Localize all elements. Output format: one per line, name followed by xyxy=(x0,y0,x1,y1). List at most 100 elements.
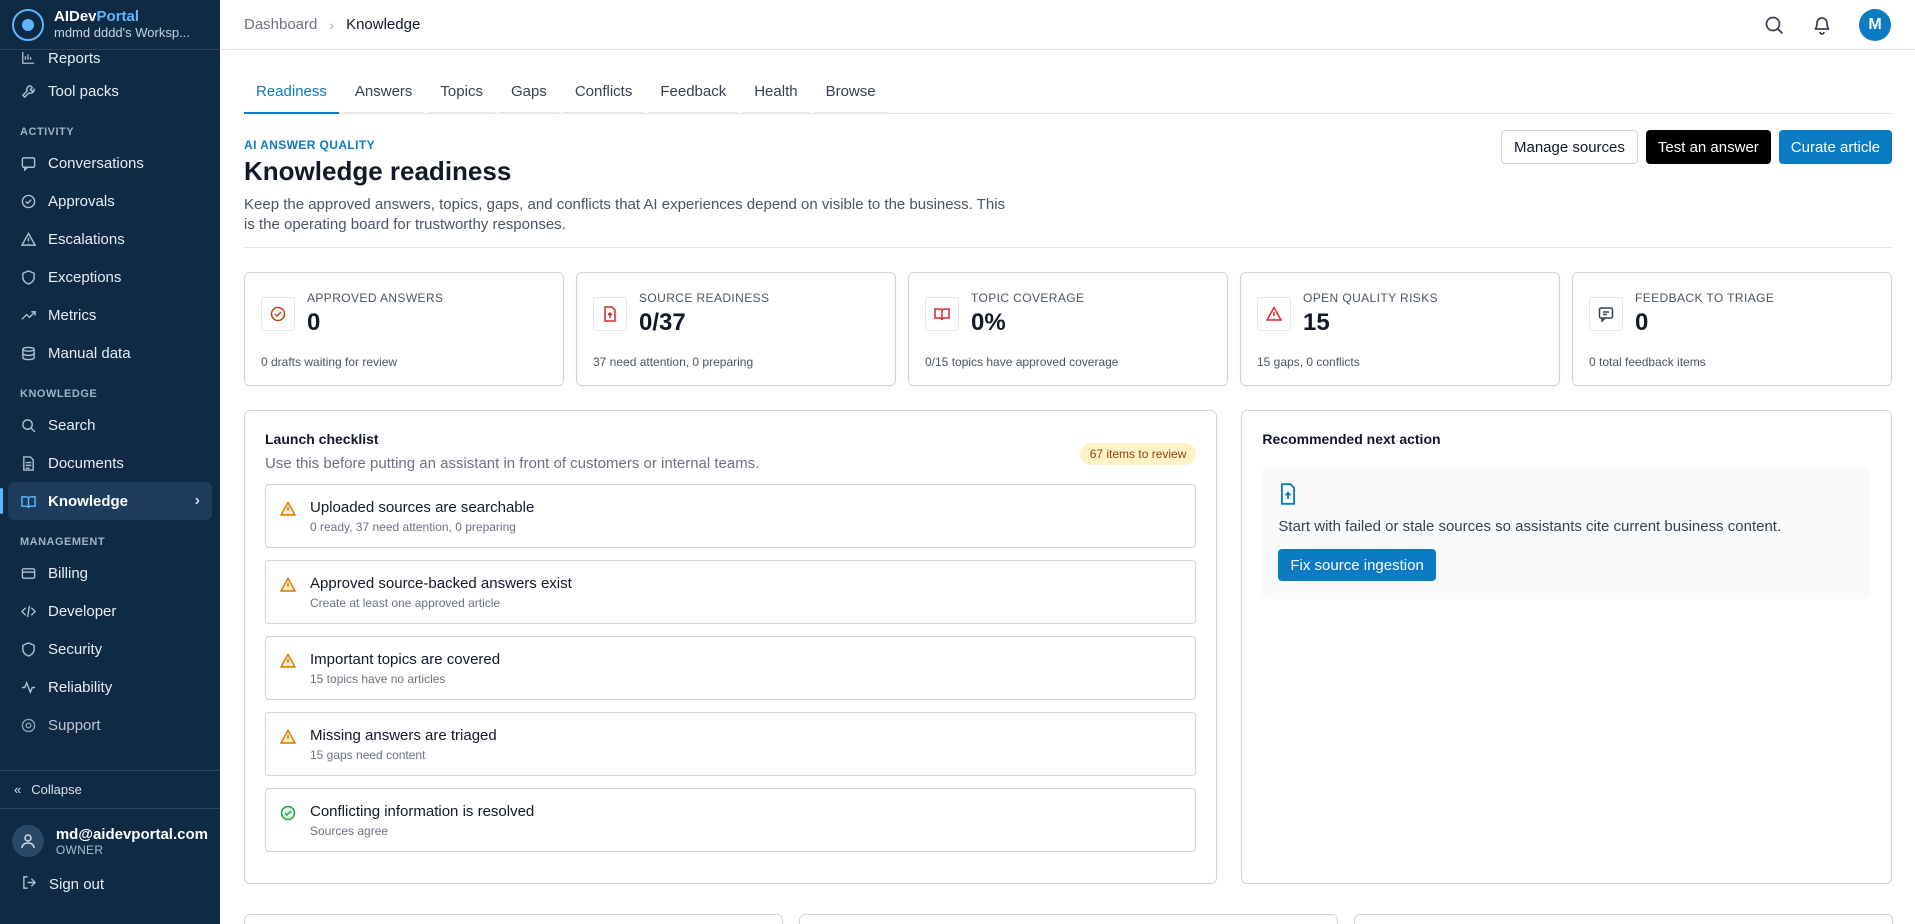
stat-value: 0/37 xyxy=(639,309,686,336)
checklist-item[interactable]: Important topics are covered 15 topics h… xyxy=(265,636,1197,700)
tab-readiness[interactable]: Readiness xyxy=(244,82,339,114)
stat-value: 0 xyxy=(1635,309,1649,336)
tab-gaps[interactable]: Gaps xyxy=(498,82,559,114)
sidebar-item-reliability[interactable]: Reliability xyxy=(0,668,220,706)
stat-label: APPROVED ANSWERS xyxy=(307,291,444,305)
double-chevron-left-icon: « xyxy=(14,782,22,797)
curate-article-button[interactable]: Curate article xyxy=(1778,130,1892,164)
user-profile[interactable]: md@aidevportal.com OWNER xyxy=(0,809,220,857)
sidebar-item-documents[interactable]: Documents xyxy=(0,444,220,482)
checklist-item-title: Conflicting information is resolved xyxy=(310,803,535,820)
topbar: Dashboard › Knowledge M xyxy=(220,0,1915,50)
checklist-item-title: Missing answers are triaged xyxy=(310,727,497,744)
stat-value: 0 xyxy=(307,309,321,336)
sidebar-item-manual-data[interactable]: Manual data xyxy=(0,334,220,372)
section-management: MANAGEMENT xyxy=(20,536,106,548)
sidebar-item-escalations[interactable]: Escalations xyxy=(0,220,220,258)
shield-icon xyxy=(20,269,36,285)
bell-icon[interactable] xyxy=(1811,14,1833,36)
chart-icon xyxy=(20,50,36,66)
sidebar-item-knowledge[interactable]: Knowledge › xyxy=(0,482,212,520)
logo-icon xyxy=(12,8,44,41)
chevron-right-icon: › xyxy=(194,492,200,509)
sidebar-item-developer[interactable]: Developer xyxy=(0,592,220,630)
section-knowledge: KNOWLEDGE xyxy=(20,388,98,400)
bottom-card xyxy=(1354,914,1893,924)
stat-note: 15 gaps, 0 conflicts xyxy=(1257,355,1360,369)
stat-value: 0% xyxy=(971,309,1006,336)
stat-note: 0 drafts waiting for review xyxy=(261,355,398,369)
sidebar-item-conversations[interactable]: Conversations xyxy=(0,144,220,182)
sidebar-item-billing[interactable]: Billing xyxy=(0,554,220,592)
tab-bar: Readiness Answers Topics Gaps Conflicts … xyxy=(244,82,1892,114)
brand[interactable]: AIDevPortal mdmd dddd's Worksp... xyxy=(0,0,220,50)
sidebar-item-metrics[interactable]: Metrics xyxy=(0,296,220,334)
user-icon xyxy=(12,825,44,857)
checklist-item-sub: Sources agree xyxy=(310,824,389,838)
card-icon xyxy=(20,565,36,581)
sign-out-button[interactable]: Sign out xyxy=(0,857,220,894)
checklist-item[interactable]: Conflicting information is resolved Sour… xyxy=(265,788,1197,852)
shield-icon xyxy=(20,641,36,657)
stat-label: SOURCE READINESS xyxy=(639,291,770,305)
trend-icon xyxy=(20,307,36,323)
user-email: md@aidevportal.com xyxy=(55,825,208,843)
fix-source-ingestion-button[interactable]: Fix source ingestion xyxy=(1278,549,1436,581)
sign-out-icon xyxy=(22,875,37,894)
chevron-right-icon: › xyxy=(329,16,335,33)
main-content: Readiness Answers Topics Gaps Conflicts … xyxy=(244,50,1892,884)
panels-row: Launch checklist Use this before putting… xyxy=(244,410,1892,884)
checklist-item[interactable]: Approved source-backed answers exist Cre… xyxy=(265,560,1197,624)
status-badge: 67 items to review xyxy=(1079,443,1197,465)
stat-card-feedback-to-triage: FEEDBACK TO TRIAGE 0 0 total feedback it… xyxy=(1572,272,1892,386)
stat-note: 0 total feedback items xyxy=(1589,355,1706,369)
page-header: AI ANSWER QUALITY Knowledge readiness Ke… xyxy=(244,130,1892,248)
document-icon xyxy=(1281,483,1296,505)
sidebar-item-exceptions[interactable]: Exceptions xyxy=(0,258,220,296)
recommendation-box: Start with failed or stale sources so as… xyxy=(1262,467,1871,599)
wrench-icon xyxy=(20,83,36,99)
user-role: OWNER xyxy=(55,842,104,857)
pulse-icon xyxy=(20,679,36,695)
sidebar-nav: Reports Tool packs ACTIVITY Conversation… xyxy=(0,50,220,774)
tab-answers[interactable]: Answers xyxy=(342,82,425,114)
sidebar-item-support[interactable]: Support xyxy=(0,706,220,744)
book-icon xyxy=(925,297,959,331)
search-icon[interactable] xyxy=(1763,14,1785,36)
checklist-item-title: Uploaded sources are searchable xyxy=(310,499,535,516)
sidebar-item-approvals[interactable]: Approvals xyxy=(0,182,220,220)
checklist-item-title: Important topics are covered xyxy=(310,651,501,668)
database-icon xyxy=(20,345,36,361)
warning-icon xyxy=(280,653,296,668)
chat-icon xyxy=(20,155,36,171)
check-circle-icon xyxy=(20,193,36,209)
workspace-name: mdmd dddd's Worksp... xyxy=(54,24,190,40)
tab-browse[interactable]: Browse xyxy=(813,82,888,114)
tab-feedback[interactable]: Feedback xyxy=(648,82,739,114)
launch-checklist: Launch checklist Use this before putting… xyxy=(244,410,1218,884)
warning-icon xyxy=(280,501,296,516)
sidebar-item-tool-packs[interactable]: Tool packs xyxy=(0,72,220,110)
stat-value: 15 xyxy=(1303,309,1330,336)
stat-note: 37 need attention, 0 preparing xyxy=(593,355,754,369)
checklist-item[interactable]: Missing answers are triaged 15 gaps need… xyxy=(265,712,1197,776)
tab-topics[interactable]: Topics xyxy=(428,82,495,114)
avatar[interactable]: M xyxy=(1859,8,1891,41)
tab-health[interactable]: Health xyxy=(742,82,810,114)
bottom-cards-row xyxy=(244,914,1893,924)
breadcrumb-current: Knowledge xyxy=(346,16,421,33)
warning-icon xyxy=(20,231,36,247)
stat-card-open-quality-risks: OPEN QUALITY RISKS 15 15 gaps, 0 conflic… xyxy=(1240,272,1560,386)
test-answer-button[interactable]: Test an answer xyxy=(1645,130,1771,164)
sidebar-item-security[interactable]: Security xyxy=(0,630,220,668)
stat-label: FEEDBACK TO TRIAGE xyxy=(1635,291,1775,305)
recommendation-text: Start with failed or stale sources so as… xyxy=(1278,518,1782,535)
sidebar-item-search[interactable]: Search xyxy=(0,406,220,444)
sidebar-item-reports[interactable]: Reports xyxy=(0,50,220,72)
checklist-item[interactable]: Uploaded sources are searchable 0 ready,… xyxy=(265,484,1197,548)
collapse-button[interactable]: « Collapse xyxy=(0,771,220,809)
manage-sources-button[interactable]: Manage sources xyxy=(1501,130,1638,164)
tab-conflicts[interactable]: Conflicts xyxy=(562,82,645,114)
breadcrumb-dashboard[interactable]: Dashboard xyxy=(244,16,317,33)
stat-note: 0/15 topics have approved coverage xyxy=(925,355,1119,369)
